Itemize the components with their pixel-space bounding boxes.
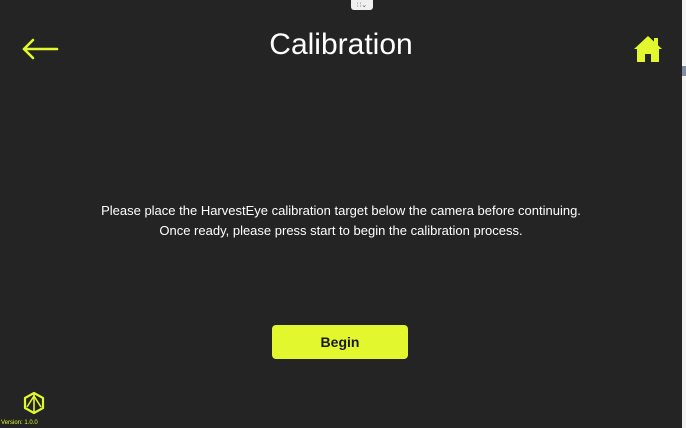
- begin-button[interactable]: Begin: [272, 325, 408, 359]
- window-edge: [682, 0, 686, 428]
- instruction-line-1: Please place the HarvestEye calibration …: [101, 203, 581, 218]
- calibration-instructions: Please place the HarvestEye calibration …: [0, 201, 682, 241]
- version-label: Version: 1.0.0: [1, 420, 38, 426]
- home-icon: [634, 36, 662, 62]
- home-button[interactable]: [631, 33, 665, 65]
- edge-scroll-marker: [682, 66, 686, 76]
- harvesteye-logo-icon: [23, 391, 45, 415]
- harvesteye-logo: [23, 391, 45, 415]
- instruction-line-2: Once ready, please press start to begin …: [159, 223, 523, 238]
- page-title: Calibration: [269, 28, 413, 61]
- calibration-screen: Calibration Please place the HarvestEye …: [0, 0, 682, 428]
- window-drag-handle[interactable]: ∷⌄: [351, 0, 373, 10]
